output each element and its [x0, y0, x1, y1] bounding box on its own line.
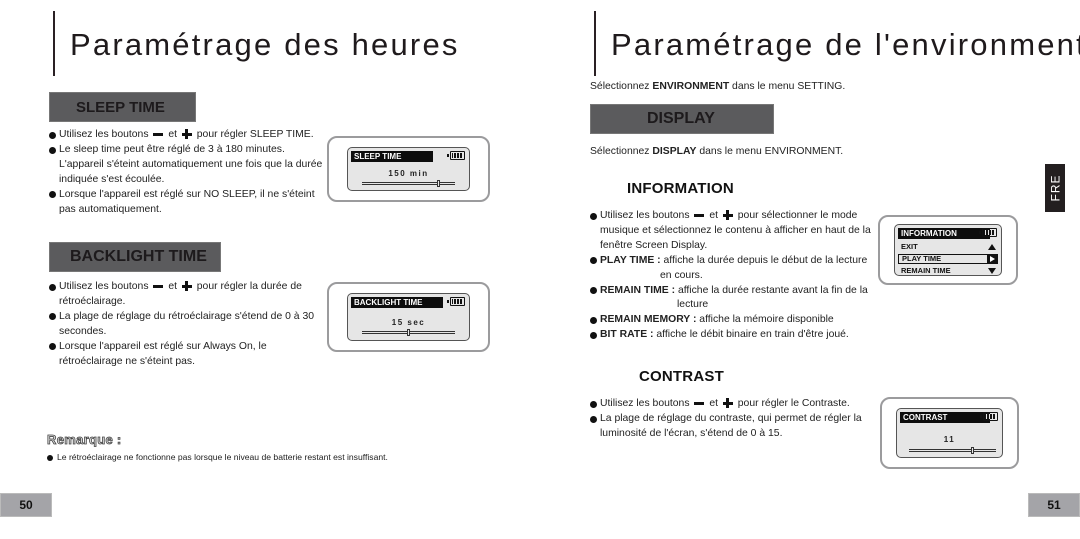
list-item: Lorsque l'appareil est réglé sur NO SLEE…	[49, 188, 324, 218]
plus-button-icon	[722, 210, 733, 221]
menu-item-exit: EXIT	[898, 242, 998, 252]
language-tab: FRE	[1045, 164, 1065, 212]
contrast-bullets: Utilisez les boutons et pour régler le C…	[590, 397, 880, 442]
remark-title: Remarque :	[47, 432, 122, 448]
scroll-down-icon	[988, 268, 996, 274]
device-screen-backlight-time: BACKLIGHT TIME 15 sec	[327, 282, 490, 352]
display-intro: Sélectionnez DISPLAY dans le menu ENVIRO…	[590, 146, 844, 157]
list-item: Lorsque l'appareil est réglé sur Always …	[49, 340, 324, 370]
minus-button-icon	[694, 210, 705, 220]
section-heading-information: INFORMATION	[627, 180, 734, 197]
level-slider	[909, 447, 996, 454]
page-title-left: Paramétrage des heures	[70, 27, 460, 62]
section-header-display: DISPLAY	[590, 104, 774, 134]
lcd-title: INFORMATION	[898, 228, 990, 239]
lcd-value: 11	[943, 435, 956, 444]
title-bar-left	[53, 11, 55, 76]
page-number-left: 50	[0, 493, 52, 517]
information-bullets: Utilisez les boutons et pour sélectionne…	[590, 209, 880, 343]
battery-icon	[979, 228, 997, 237]
page-number-right: 51	[1028, 493, 1080, 517]
menu-item-play-time: PLAY TIME	[898, 254, 998, 264]
level-slider	[362, 329, 455, 336]
environment-intro: Sélectionnez ENVIRONMENT dans le menu SE…	[590, 81, 846, 92]
minus-button-icon	[153, 281, 164, 291]
lcd-display: CONTRAST 11	[896, 408, 1003, 458]
remark-text: Le rétroéclairage ne fonctionne pas lors…	[47, 452, 388, 462]
device-screen-contrast: CONTRAST 11	[880, 397, 1019, 469]
section-header-label: SLEEP TIME	[76, 98, 165, 116]
list-item: REMAIN TIME : affiche la durée restante …	[590, 284, 880, 314]
slider-thumb	[970, 447, 974, 454]
list-item: REMAIN MEMORY : affiche la mémoire dispo…	[590, 313, 880, 328]
sleep-time-bullets: Utilisez les boutons et pour régler SLEE…	[49, 128, 324, 217]
lcd-display: SLEEP TIME 150 min	[347, 147, 470, 191]
lcd-display: INFORMATION EXIT PLAY TIME REMAIN TIME	[894, 224, 1002, 276]
minus-button-icon	[153, 129, 164, 139]
list-item: PLAY TIME : affiche la durée depuis le d…	[590, 254, 880, 284]
lcd-value: 15 sec	[391, 318, 426, 327]
device-screen-sleep-time: SLEEP TIME 150 min	[327, 136, 490, 202]
list-item: Le sleep time peut être réglé de 3 à 180…	[49, 143, 324, 188]
lcd-value: 150 min	[388, 169, 429, 178]
plus-button-icon	[181, 281, 192, 292]
list-item: Utilisez les boutons et pour régler le C…	[590, 397, 880, 412]
level-slider	[362, 180, 455, 187]
lcd-title: BACKLIGHT TIME	[351, 297, 443, 308]
backlight-time-bullets: Utilisez les boutons et pour régler la d…	[49, 280, 324, 369]
slider-thumb	[437, 180, 441, 187]
list-item: La plage de réglage du contraste, qui pe…	[590, 412, 880, 442]
minus-button-icon	[694, 398, 705, 408]
list-item: La plage de réglage du rétroéclairage s'…	[49, 310, 324, 340]
lcd-display: BACKLIGHT TIME 15 sec	[347, 293, 470, 341]
section-header-label: BACKLIGHT TIME	[70, 248, 207, 265]
battery-icon	[980, 412, 998, 421]
section-header-sleep-time: SLEEP TIME	[49, 92, 196, 122]
device-screen-information: INFORMATION EXIT PLAY TIME REMAIN TIME	[878, 215, 1018, 285]
list-item: BIT RATE : affiche le débit binaire en t…	[590, 328, 880, 343]
plus-button-icon	[181, 129, 192, 140]
battery-icon	[447, 151, 465, 160]
list-item: Utilisez les boutons et pour sélectionne…	[590, 209, 880, 254]
slider-thumb	[406, 329, 410, 336]
section-heading-contrast: CONTRAST	[639, 368, 724, 385]
title-bar-right	[594, 11, 596, 76]
lcd-title: CONTRAST	[900, 412, 990, 423]
lcd-title: SLEEP TIME	[351, 151, 433, 162]
select-arrow-icon	[987, 254, 997, 264]
list-item: Utilisez les boutons et pour régler la d…	[49, 280, 324, 310]
menu-item-remain-time: REMAIN TIME	[898, 266, 998, 276]
scroll-up-icon	[988, 244, 996, 250]
section-header-backlight-time: BACKLIGHT TIME	[49, 242, 221, 272]
section-header-label: DISPLAY	[647, 110, 715, 127]
list-item: Utilisez les boutons et pour régler SLEE…	[49, 128, 324, 143]
battery-icon	[447, 297, 465, 306]
page-title-right: Paramétrage de l'environment	[611, 27, 1080, 62]
plus-button-icon	[722, 398, 733, 409]
